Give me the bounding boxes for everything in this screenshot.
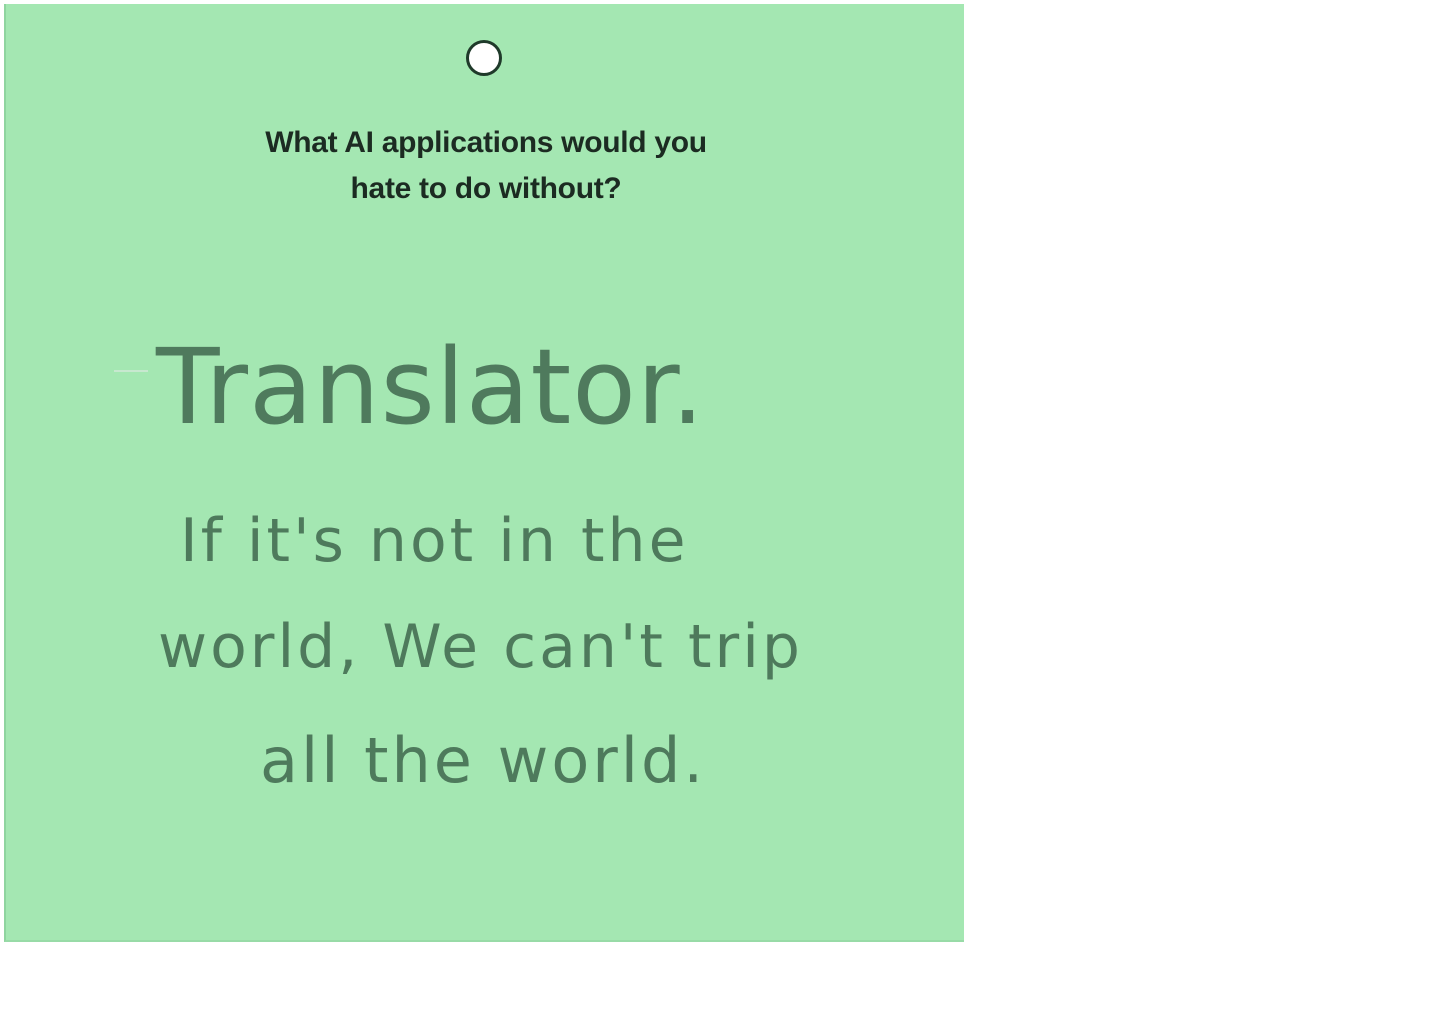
handwritten-line-2: world, We can't trip xyxy=(158,612,803,682)
prompt-line-2: hate to do without? xyxy=(350,172,622,205)
handwritten-answer-title: Translator. xyxy=(156,326,706,448)
card-prompt: What AI applications would you hate to d… xyxy=(6,120,966,212)
handwritten-line-1: If it's not in the xyxy=(180,506,689,576)
handwritten-line-3: all the world. xyxy=(260,724,707,797)
stray-pen-mark xyxy=(114,370,148,372)
response-card: What AI applications would you hate to d… xyxy=(4,4,964,942)
prompt-line-1: What AI applications would you xyxy=(265,126,707,159)
punch-hole xyxy=(466,40,502,76)
